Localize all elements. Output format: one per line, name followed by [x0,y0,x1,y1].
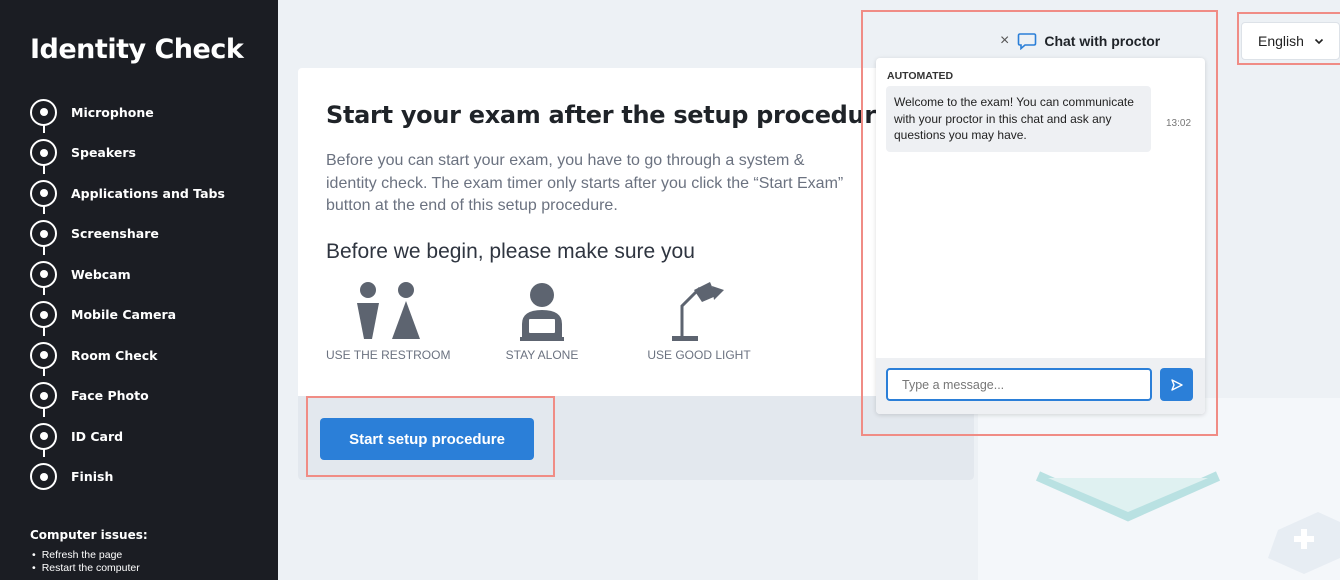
chat-header: × Chat with proctor [1000,30,1160,52]
chat-message-input[interactable] [886,368,1152,401]
step-indicator [30,301,57,329]
background-illustration [978,398,1340,580]
requirement-label: USE GOOD LIGHT [647,348,751,362]
step-list: Microphone Speakers Applications and Tab… [30,92,270,497]
step-face-photo: Face Photo [30,376,270,417]
requirement-good-light: USE GOOD LIGHT [644,282,754,362]
requirement-label: USE THE RESTROOM [326,348,451,362]
sidebar: Identity Check Microphone Speakers Appli… [0,0,278,580]
step-label: Speakers [71,145,136,161]
step-indicator [30,382,57,410]
step-screenshare: Screenshare [30,214,270,255]
language-select[interactable]: English [1241,22,1340,60]
step-speakers: Speakers [30,133,270,174]
close-icon[interactable]: × [1000,32,1009,50]
step-label: Microphone [71,104,154,120]
language-value: English [1258,33,1304,49]
step-webcam: Webcam [30,254,270,295]
issues-heading: Computer issues: [30,528,148,542]
step-indicator [30,139,57,167]
chat-input-bar [876,358,1205,414]
page-title: Start your exam after the setup procedur… [326,101,892,129]
automated-tag: AUTOMATED [887,70,954,82]
chat-message: Welcome to the exam! You can communicate… [886,86,1151,152]
step-finish: Finish [30,457,270,498]
start-setup-button[interactable]: Start setup procedure [320,418,534,460]
step-indicator [30,422,57,450]
requirement-restroom: USE THE RESTROOM [326,282,450,362]
chat-panel: AUTOMATED Welcome to the exam! You can c… [876,58,1205,414]
requirement-label: STAY ALONE [505,348,579,362]
intro-text: Before you can start your exam, you have… [326,152,844,214]
step-label: Applications and Tabs [71,185,225,201]
computer-issues: Computer issues: Refresh the page Restar… [30,528,148,575]
requirements-heading: Before we begin, please make sure you [326,240,695,263]
message-time: 13:02 [1166,118,1192,129]
person-laptop-icon [520,283,564,341]
issue-item: Refresh the page [32,549,148,562]
step-indicator [30,341,57,369]
step-label: Webcam [71,266,131,282]
send-button[interactable] [1160,368,1193,401]
send-icon [1170,378,1183,391]
step-label: Screenshare [71,226,159,242]
restroom-icon [357,282,420,339]
step-mobile-camera: Mobile Camera [30,295,270,336]
chevron-down-icon [1314,38,1323,44]
step-label: Room Check [71,347,158,363]
requirement-stay-alone: STAY ALONE [496,282,588,362]
step-label: Finish [71,469,114,485]
step-applications-tabs: Applications and Tabs [30,173,270,214]
chat-title: Chat with proctor [1044,33,1161,49]
step-indicator [30,179,57,207]
step-indicator [30,220,57,248]
step-label: Mobile Camera [71,307,177,323]
step-room-check: Room Check [30,335,270,376]
step-label: Face Photo [71,388,149,404]
step-indicator [30,463,57,491]
sidebar-title: Identity Check [30,34,244,65]
chat-bubble-icon [1018,33,1037,50]
step-microphone: Microphone [30,92,270,133]
step-indicator [30,98,57,126]
step-label: ID Card [71,428,124,444]
step-id-card: ID Card [30,416,270,457]
desk-lamp-icon [672,282,724,341]
issue-item: Restart the computer [32,562,148,575]
step-indicator [30,260,57,288]
